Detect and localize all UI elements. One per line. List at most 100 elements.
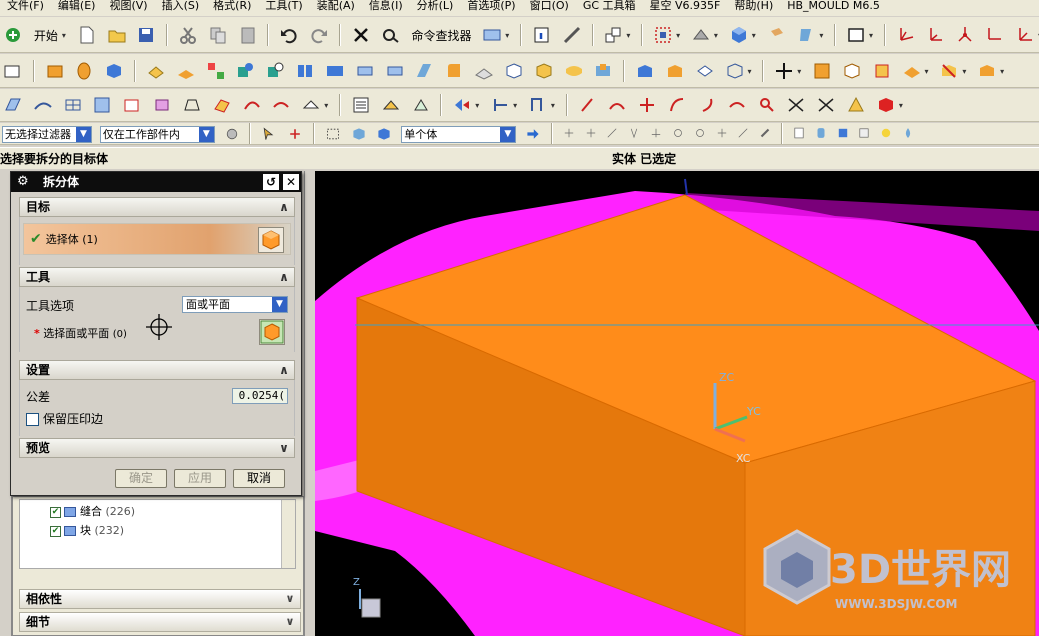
snap-point-10-icon[interactable] — [756, 124, 774, 144]
mold-face-icon[interactable] — [692, 59, 718, 83]
parting-icon[interactable] — [899, 59, 925, 83]
tool-section-header[interactable]: 工具 ∧ — [19, 267, 295, 287]
curve-4-icon[interactable] — [664, 93, 690, 117]
curve-5-icon[interactable] — [694, 93, 720, 117]
graphics-window[interactable]: ZC YC XC Z 3D世界网 WWW.3DSJW.COM — [315, 171, 1039, 636]
gear-icon[interactable]: ⚙ — [17, 174, 32, 189]
snap-point-1-icon[interactable] — [560, 124, 578, 144]
copy-icon[interactable] — [205, 23, 231, 47]
point-set-icon[interactable] — [173, 59, 199, 83]
curve-mesh-icon[interactable] — [60, 93, 86, 117]
snap-point-8-icon[interactable] — [713, 124, 731, 144]
split-face-icon[interactable] — [561, 59, 587, 83]
chamfer-icon[interactable] — [471, 59, 497, 83]
thicken-icon[interactable] — [382, 59, 408, 83]
command-finder-icon[interactable] — [378, 23, 404, 47]
menu-analysis[interactable]: 分析(L) — [410, 0, 461, 12]
snap-point-4-icon[interactable] — [625, 124, 643, 144]
body-rule-combo[interactable]: 单个体 ▼ — [401, 125, 517, 143]
offset-surface-icon[interactable] — [268, 93, 294, 117]
new-file-icon[interactable] — [74, 23, 100, 47]
blue-block-icon[interactable] — [834, 124, 852, 144]
swept-icon[interactable] — [89, 93, 115, 117]
background-color-icon[interactable] — [843, 23, 869, 47]
preview-section-header[interactable]: 预览 ∨ — [19, 438, 295, 458]
tolerance-input[interactable]: 0.0254( — [232, 388, 288, 404]
lifter-icon[interactable] — [974, 59, 1000, 83]
keep-imprint-checkbox[interactable] — [26, 413, 39, 426]
tree-item-sew[interactable]: ✔ 缝合 (226) — [50, 503, 135, 521]
reorder-icon[interactable] — [449, 93, 475, 117]
snap-point-9-icon[interactable] — [734, 124, 752, 144]
curve-1-icon[interactable] — [575, 93, 601, 117]
datum-plane-icon[interactable] — [143, 59, 169, 83]
ruled-surface-icon[interactable] — [0, 93, 26, 117]
green-cube-icon[interactable] — [259, 319, 285, 345]
red-cube-icon[interactable] — [873, 93, 899, 117]
menu-gc-toolbox[interactable]: GC 工具箱 — [576, 0, 643, 12]
shaded-cube-icon[interactable] — [726, 23, 752, 47]
menu-window[interactable]: 窗口(O) — [523, 0, 576, 12]
droplet-icon[interactable] — [899, 124, 917, 144]
hollow-icon[interactable] — [501, 59, 527, 83]
reset-icon[interactable]: ↺ — [263, 174, 279, 190]
sew-icon[interactable] — [322, 59, 348, 83]
menu-hb-mould[interactable]: HB_MOULD M6.5 — [780, 0, 887, 12]
silhouette-flange-icon[interactable] — [298, 93, 324, 117]
shell-icon[interactable] — [292, 59, 318, 83]
select-body-cube-icon[interactable] — [348, 124, 370, 144]
move-feature-icon[interactable] — [408, 93, 434, 117]
move-object-icon[interactable] — [771, 59, 797, 83]
snap-point-6-icon[interactable] — [669, 124, 687, 144]
menu-file[interactable]: 文件(F) — [0, 0, 51, 12]
n-sided-icon[interactable] — [149, 93, 175, 117]
layers-icon[interactable] — [600, 23, 626, 47]
close-icon[interactable]: ✕ — [283, 174, 299, 190]
boolean-icon[interactable] — [232, 59, 258, 83]
subtract-icon[interactable] — [262, 59, 288, 83]
menu-format[interactable]: 格式(R) — [206, 0, 258, 12]
dialog-title-bar[interactable]: ⚙ 拆分体 ↺ ✕ — [11, 172, 301, 192]
settings-section-header[interactable]: 设置 ∧ — [19, 360, 295, 380]
snap-icon[interactable] — [284, 124, 306, 144]
visibility-checkbox[interactable]: ✔ — [50, 506, 61, 518]
info-icon[interactable] — [529, 23, 555, 47]
curve-9-icon[interactable] — [813, 93, 839, 117]
dependency-section[interactable]: 相依性 ∨ — [19, 589, 301, 609]
region-icon[interactable] — [809, 59, 835, 83]
menu-insert[interactable]: 插入(S) — [155, 0, 207, 12]
mold-block-icon[interactable] — [632, 59, 658, 83]
slider-icon[interactable] — [936, 59, 962, 83]
curve-6-icon[interactable] — [724, 93, 750, 117]
snap-point-7-icon[interactable] — [691, 124, 709, 144]
extension-icon[interactable] — [209, 93, 235, 117]
edit-feature-icon[interactable] — [378, 93, 404, 117]
arrow-right-icon[interactable] — [522, 124, 544, 144]
curve-2-icon[interactable] — [604, 93, 630, 117]
mold-insert-icon[interactable] — [662, 59, 688, 83]
law-extension-icon[interactable] — [239, 93, 265, 117]
select-body-row[interactable]: ✔ 选择体 (1) — [23, 223, 291, 255]
insert-point-icon[interactable] — [487, 93, 513, 117]
menu-info[interactable]: 信息(I) — [362, 0, 410, 12]
menu-help[interactable]: 帮助(H) — [727, 0, 780, 12]
offset-face-icon[interactable] — [352, 59, 378, 83]
studio-surface-icon[interactable] — [179, 93, 205, 117]
revolve-icon[interactable] — [71, 59, 97, 83]
derived-curve-icon[interactable] — [525, 93, 551, 117]
menu-edit[interactable]: 编辑(E) — [51, 0, 103, 12]
mold-wire-icon[interactable] — [722, 59, 748, 83]
snap-point-3-icon[interactable] — [603, 124, 621, 144]
view-triad-icon[interactable] — [793, 23, 819, 47]
menu-assembly[interactable]: 装配(A) — [310, 0, 362, 12]
filter-settings-icon[interactable] — [221, 124, 243, 144]
cancel-button[interactable]: 取消 — [233, 469, 285, 488]
type-filter-combo[interactable]: 无选择过滤器 ▼ — [2, 125, 92, 143]
save-icon[interactable] — [133, 23, 159, 47]
core-icon[interactable] — [869, 59, 895, 83]
wcs-icon[interactable] — [893, 23, 919, 47]
pattern-icon[interactable] — [203, 59, 229, 83]
select-face-cube-icon[interactable] — [373, 124, 395, 144]
details-section[interactable]: 细节 ∨ — [19, 612, 301, 632]
visibility-checkbox[interactable]: ✔ — [50, 525, 61, 537]
